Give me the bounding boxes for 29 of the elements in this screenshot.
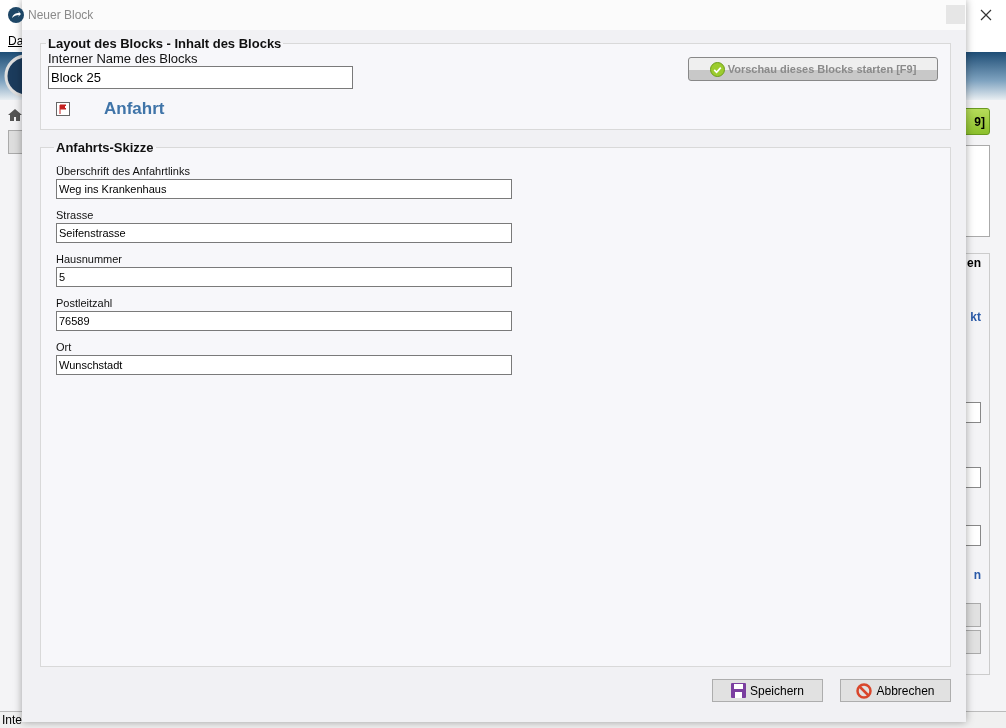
input-field[interactable]: Seifenstrasse bbox=[56, 223, 512, 243]
input-field[interactable]: 5 bbox=[56, 267, 512, 287]
input-field[interactable]: Weg ins Krankenhaus bbox=[56, 179, 512, 199]
link[interactable]: kt bbox=[970, 310, 981, 324]
checkmark-icon bbox=[709, 61, 725, 77]
field-label: Postleitzahl bbox=[56, 297, 114, 309]
home-icon[interactable] bbox=[8, 108, 22, 122]
logo-icon bbox=[4, 54, 22, 98]
cancel-button[interactable]: Abbrechen bbox=[840, 679, 951, 702]
name-field[interactable]: Block 25 bbox=[48, 66, 353, 89]
input-field[interactable]: Wunschstadt bbox=[56, 355, 512, 375]
cancel-icon bbox=[856, 682, 873, 699]
status-text: Inte bbox=[2, 713, 22, 727]
section-heading: en bbox=[967, 256, 981, 270]
menu-item[interactable]: Da bbox=[8, 34, 24, 48]
field-label: Ort bbox=[56, 341, 73, 353]
block-type-title: Anfahrt bbox=[104, 99, 165, 119]
group-title: Layout des Blocks - Inhalt des Blocks bbox=[47, 36, 283, 51]
window-title: Neuer Block bbox=[28, 8, 94, 22]
save-button[interactable]: Speichern bbox=[712, 679, 823, 702]
field-label: Interner Name des Blocks bbox=[48, 51, 199, 66]
link[interactable]: n bbox=[973, 568, 981, 582]
flag-icon bbox=[56, 102, 70, 116]
field-label: Strasse bbox=[56, 209, 95, 221]
field-label: Hausnummer bbox=[56, 253, 124, 265]
input-field[interactable]: 76589 bbox=[56, 311, 512, 331]
field-label: Überschrift des Anfahrtlinks bbox=[56, 165, 191, 177]
group-title: Anfahrts-Skizze bbox=[55, 140, 155, 155]
close-icon[interactable] bbox=[980, 9, 992, 21]
